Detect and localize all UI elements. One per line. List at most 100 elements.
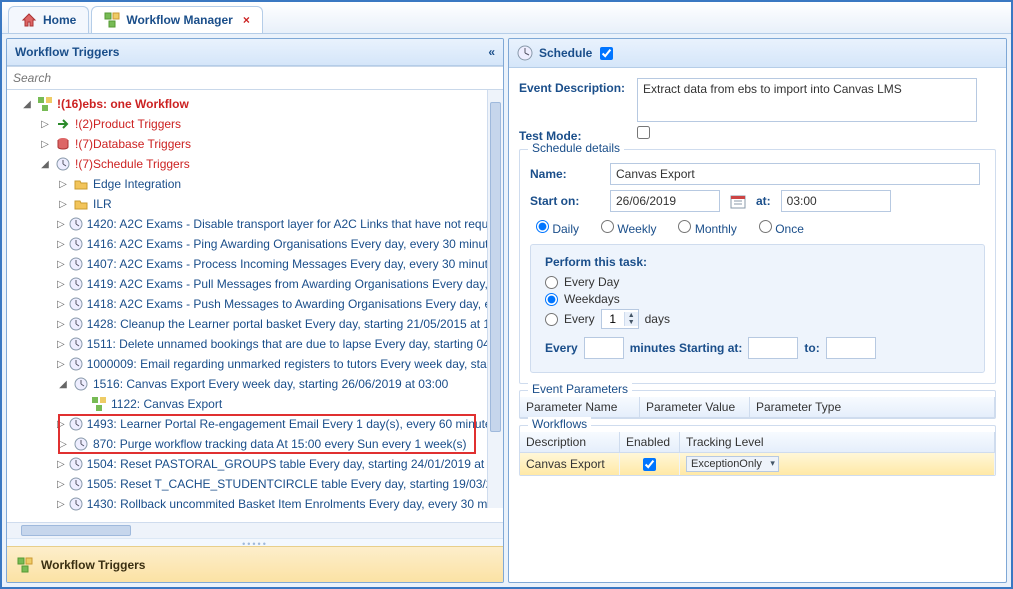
right-pane: Schedule Event Description: Test Mode: S… — [508, 38, 1007, 583]
tree-item[interactable]: ▷870: Purge workflow tracking data At 15… — [9, 434, 501, 454]
every-minutes-input[interactable] — [584, 337, 624, 359]
name-label: Name: — [530, 167, 600, 181]
tracking-level-select[interactable]: ExceptionOnly — [686, 456, 779, 472]
at-input[interactable] — [781, 190, 891, 212]
task-weekdays[interactable]: Weekdays — [545, 292, 970, 306]
event-desc-input[interactable] — [637, 78, 977, 122]
tree-item[interactable]: ▷1416: A2C Exams - Ping Awarding Organis… — [9, 234, 501, 254]
event-desc-label: Event Description: — [519, 78, 629, 95]
clock-icon — [73, 376, 89, 392]
schedule-details-legend: Schedule details — [528, 141, 624, 155]
every-n-spinner[interactable]: ▲▼ — [601, 309, 639, 329]
schedule-enabled-checkbox[interactable] — [600, 47, 613, 60]
folder-icon — [73, 176, 89, 192]
at-label: at: — [756, 194, 771, 208]
vertical-scrollbar[interactable] — [487, 90, 503, 508]
starting-at-input[interactable] — [748, 337, 798, 359]
clock-icon — [69, 276, 83, 292]
clock-icon — [69, 356, 83, 372]
clock-icon — [69, 496, 83, 512]
clock-icon — [69, 316, 83, 332]
clock-icon — [69, 336, 83, 352]
close-icon[interactable]: × — [243, 13, 250, 27]
tree-item[interactable]: ▷1511: Delete unnamed bookings that are … — [9, 334, 501, 354]
schedule-details-group: Schedule details Name: Start on: at: Dai… — [519, 149, 996, 384]
clock-icon — [69, 296, 83, 312]
workflow-enabled-checkbox[interactable] — [643, 458, 656, 471]
tab-home-label: Home — [43, 13, 76, 27]
tab-workflow-manager[interactable]: Workflow Manager × — [91, 6, 262, 33]
to-input[interactable] — [826, 337, 876, 359]
tree-item[interactable]: ▷1504: Reset PASTORAL_GROUPS table Every… — [9, 454, 501, 474]
tree-item[interactable]: ▷1418: A2C Exams - Push Messages to Awar… — [9, 294, 501, 314]
workflow-icon — [104, 12, 120, 28]
left-pane: Workflow Triggers « ◢!(16)ebs: one Workf… — [6, 38, 504, 583]
tree-item[interactable]: ▷1407: A2C Exams - Process Incoming Mess… — [9, 254, 501, 274]
arrow-right-icon — [55, 116, 71, 132]
test-mode-checkbox[interactable] — [637, 126, 650, 139]
task-every-minutes-row: Every minutes Starting at: to: — [545, 337, 970, 359]
clock-icon — [69, 416, 83, 432]
trigger-tree[interactable]: ◢!(16)ebs: one Workflow ▷!(2)Product Tri… — [7, 90, 503, 518]
clock-icon — [55, 156, 71, 172]
freq-once[interactable]: Once — [759, 220, 804, 236]
tree-item[interactable]: ▷1420: A2C Exams - Disable transport lay… — [9, 214, 501, 234]
tab-wfm-label: Workflow Manager — [126, 13, 232, 27]
freq-monthly[interactable]: Monthly — [678, 220, 736, 236]
bottom-bar-label: Workflow Triggers — [41, 558, 145, 572]
tree-item-canvas-export-schedule[interactable]: ◢1516: Canvas Export Every week day, sta… — [9, 374, 501, 394]
clock-icon — [69, 216, 83, 232]
freq-daily[interactable]: Daily — [536, 220, 579, 236]
start-on-input[interactable] — [610, 190, 720, 212]
workflows-grid-row[interactable]: Canvas Export ExceptionOnly — [520, 453, 995, 475]
calendar-icon[interactable] — [730, 193, 746, 209]
workflows-grid-header: Description Enabled Tracking Level — [520, 432, 995, 453]
right-pane-header: Schedule — [509, 39, 1006, 68]
frequency-radios: Daily Weekly Monthly Once — [536, 220, 979, 236]
clock-icon — [73, 436, 89, 452]
freq-weekly[interactable]: Weekly — [601, 220, 656, 236]
workflow-icon — [37, 96, 53, 112]
workflow-icon — [17, 557, 33, 573]
tree-item[interactable]: ▷1493: Learner Portal Re-engagement Emai… — [9, 414, 501, 434]
clock-icon — [69, 236, 83, 252]
search-input[interactable] — [7, 66, 503, 90]
left-pane-title: Workflow Triggers — [15, 45, 119, 59]
tree-item[interactable]: ▷ILR — [9, 194, 501, 214]
database-icon — [55, 136, 71, 152]
name-input[interactable] — [610, 163, 980, 185]
tab-bar: Home Workflow Manager × — [2, 2, 1011, 34]
tree-item[interactable]: ▷Edge Integration — [9, 174, 501, 194]
perform-task-legend: Perform this task: — [545, 255, 970, 269]
event-parameters-legend: Event Parameters — [528, 382, 632, 396]
workflow-icon — [91, 396, 107, 412]
tree-item[interactable]: ▷1000009: Email regarding unmarked regis… — [9, 354, 501, 374]
clock-icon — [69, 256, 83, 272]
folder-icon — [73, 196, 89, 212]
tree-database-triggers[interactable]: ▷!(7)Database Triggers — [9, 134, 501, 154]
tree-schedule-triggers[interactable]: ◢!(7)Schedule Triggers — [9, 154, 501, 174]
horizontal-scrollbar[interactable] — [7, 522, 503, 538]
tree-item-canvas-export[interactable]: 1122: Canvas Export — [9, 394, 501, 414]
right-pane-title: Schedule — [539, 46, 592, 60]
bottom-bar[interactable]: Workflow Triggers — [7, 546, 503, 582]
clock-icon — [69, 456, 83, 472]
workflows-group: Workflows Description Enabled Tracking L… — [519, 425, 996, 476]
tree-product-triggers[interactable]: ▷!(2)Product Triggers — [9, 114, 501, 134]
task-every-n[interactable]: Every ▲▼ days — [545, 309, 970, 329]
splitter-grip[interactable]: ••••• — [7, 538, 503, 546]
clock-icon — [69, 476, 83, 492]
tree-item[interactable]: ▷1428: Cleanup the Learner portal basket… — [9, 314, 501, 334]
tree-item[interactable]: ▷1430: Rollback uncommited Basket Item E… — [9, 494, 501, 514]
left-pane-header: Workflow Triggers « — [7, 39, 503, 66]
task-every-day[interactable]: Every Day — [545, 275, 970, 289]
collapse-left-icon[interactable]: « — [488, 45, 495, 59]
params-grid-header: Parameter Name Parameter Value Parameter… — [520, 397, 995, 418]
tab-home[interactable]: Home — [8, 6, 89, 33]
tree-root[interactable]: ◢!(16)ebs: one Workflow — [9, 94, 501, 114]
tree-item[interactable]: ▷1419: A2C Exams - Pull Messages from Aw… — [9, 274, 501, 294]
perform-task-group: Perform this task: Every Day Weekdays Ev… — [530, 244, 985, 373]
clock-icon — [517, 45, 533, 61]
workflows-legend: Workflows — [528, 417, 591, 431]
tree-item[interactable]: ▷1505: Reset T_CACHE_STUDENTCIRCLE table… — [9, 474, 501, 494]
